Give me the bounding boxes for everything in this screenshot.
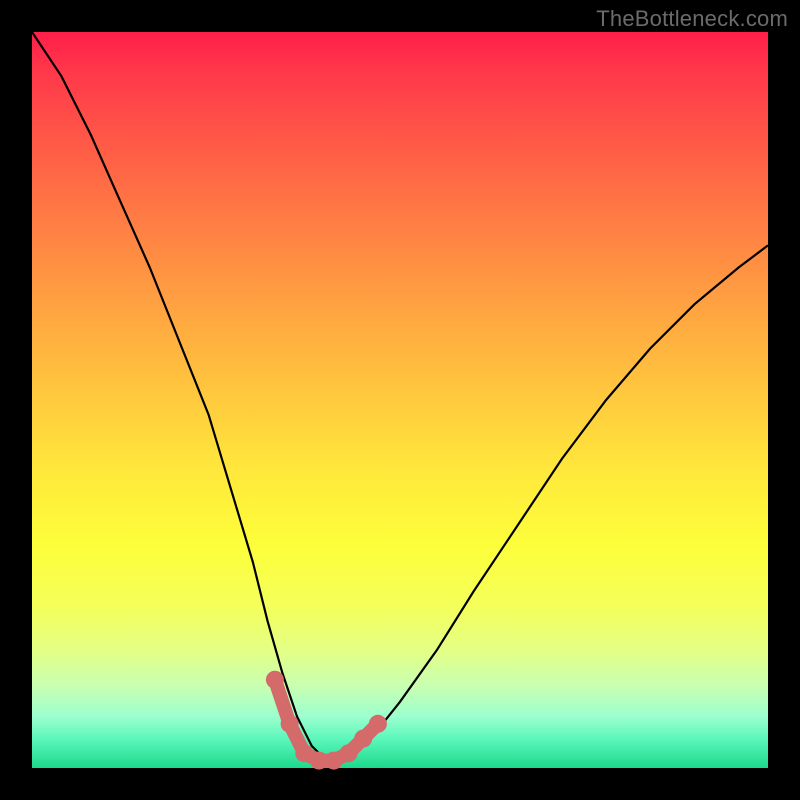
marker-dot <box>369 715 387 733</box>
marker-dot <box>354 730 372 748</box>
marker-dot <box>266 671 284 689</box>
marker-dot <box>340 744 358 762</box>
watermark-text: TheBottleneck.com <box>596 6 788 32</box>
bottleneck-curve <box>32 32 768 761</box>
marker-dot <box>281 715 299 733</box>
marker-group <box>266 671 387 770</box>
curve-layer <box>32 32 768 768</box>
chart-frame: TheBottleneck.com <box>0 0 800 800</box>
